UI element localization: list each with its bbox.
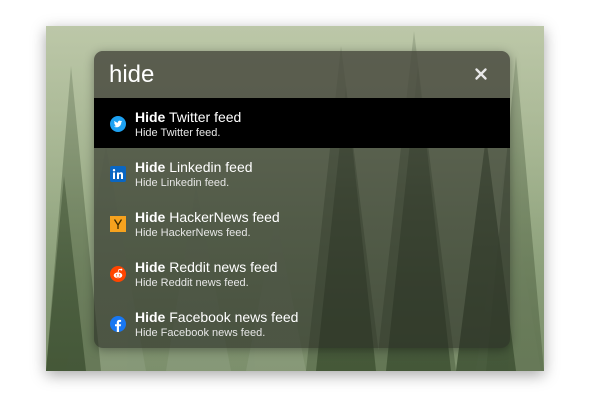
result-title-rest: HackerNews feed xyxy=(165,209,280,225)
result-subtitle: Hide Reddit news feed. xyxy=(135,277,249,289)
result-title-rest: Linkedin feed xyxy=(165,159,253,175)
result-title: Hide Reddit news feed xyxy=(135,259,277,275)
screen: Hide Twitter feed Hide Twitter feed. Hid… xyxy=(0,0,600,400)
result-title-rest: Reddit news feed xyxy=(165,259,278,275)
reddit-icon xyxy=(110,266,126,282)
twitter-icon xyxy=(110,116,126,132)
result-subtitle: Hide Facebook news feed. xyxy=(135,327,266,339)
search-bar xyxy=(94,51,510,98)
search-input[interactable] xyxy=(109,59,449,91)
result-title: Hide Linkedin feed xyxy=(135,159,253,175)
result-item-hackernews[interactable]: Hide HackerNews feed Hide HackerNews fee… xyxy=(94,198,510,248)
result-subtitle: Hide HackerNews feed. xyxy=(135,227,251,239)
result-title-rest: Facebook news feed xyxy=(165,309,299,325)
result-item-reddit[interactable]: Hide Reddit news feed Hide Reddit news f… xyxy=(94,248,510,298)
command-launcher: Hide Twitter feed Hide Twitter feed. Hid… xyxy=(94,51,510,348)
result-subtitle: Hide Linkedin feed. xyxy=(135,177,230,189)
result-subtitle: Hide Twitter feed. xyxy=(135,127,221,139)
hackernews-icon xyxy=(110,216,126,232)
result-title-bold: Hide xyxy=(135,109,166,125)
close-icon[interactable] xyxy=(472,65,490,83)
result-item-facebook[interactable]: Hide Facebook news feed Hide Facebook ne… xyxy=(94,298,510,348)
result-title-bold: Hide xyxy=(135,209,166,225)
results-list: Hide Twitter feed Hide Twitter feed. Hid… xyxy=(94,98,510,348)
result-item-linkedin[interactable]: Hide Linkedin feed Hide Linkedin feed. xyxy=(94,148,510,198)
linkedin-icon xyxy=(110,166,126,182)
result-item-twitter[interactable]: Hide Twitter feed Hide Twitter feed. xyxy=(94,98,510,148)
result-title: Hide Facebook news feed xyxy=(135,309,298,325)
result-title-rest: Twitter feed xyxy=(165,109,242,125)
result-title: Hide HackerNews feed xyxy=(135,209,280,225)
result-title: Hide Twitter feed xyxy=(135,109,241,125)
result-title-bold: Hide xyxy=(135,259,166,275)
facebook-icon xyxy=(110,316,126,332)
result-title-bold: Hide xyxy=(135,159,166,175)
result-title-bold: Hide xyxy=(135,309,166,325)
